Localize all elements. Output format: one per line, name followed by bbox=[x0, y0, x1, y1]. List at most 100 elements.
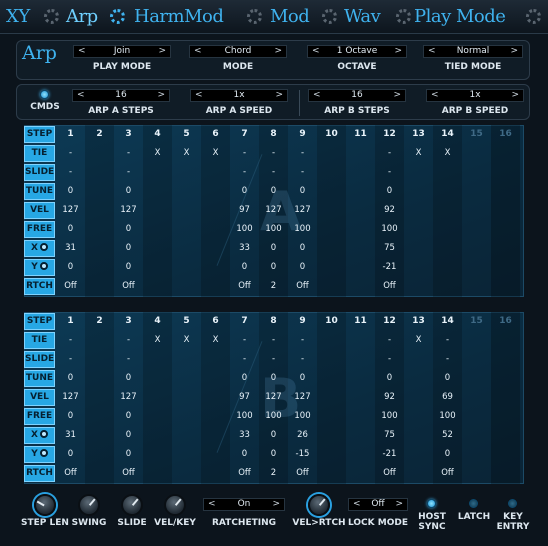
step-cell[interactable]: - bbox=[56, 331, 85, 349]
row-label-tune[interactable]: TUNE bbox=[24, 370, 55, 387]
step-cell[interactable] bbox=[143, 220, 172, 238]
step-cell[interactable] bbox=[172, 220, 201, 238]
step-cell[interactable] bbox=[85, 407, 114, 425]
chevron-left-icon[interactable]: < bbox=[194, 46, 202, 57]
row-label-vel[interactable]: VEL bbox=[24, 202, 55, 219]
step-cell[interactable]: 0 bbox=[56, 220, 85, 238]
step-cell[interactable]: 97 bbox=[230, 388, 259, 406]
chevron-right-icon[interactable]: > bbox=[158, 46, 166, 57]
step-cell[interactable] bbox=[346, 163, 375, 181]
swing-knob[interactable] bbox=[78, 494, 100, 516]
step-cell[interactable] bbox=[462, 144, 491, 162]
step-cell[interactable] bbox=[491, 163, 520, 181]
step-cell[interactable]: 100 bbox=[433, 407, 462, 425]
step-cell[interactable]: 0 bbox=[433, 445, 462, 463]
step-cell[interactable] bbox=[143, 464, 172, 482]
step-cell[interactable]: - bbox=[259, 350, 288, 368]
gear-icon[interactable] bbox=[247, 9, 262, 24]
step-cell[interactable] bbox=[462, 220, 491, 238]
step-cell[interactable]: Off bbox=[288, 277, 317, 295]
step-cell[interactable]: 0 bbox=[288, 239, 317, 257]
ratcheting-select[interactable]: < On > bbox=[203, 498, 285, 511]
step-cell[interactable] bbox=[85, 144, 114, 162]
step-cell[interactable] bbox=[143, 201, 172, 219]
step-cell[interactable]: 0 bbox=[114, 182, 143, 200]
step-cell[interactable]: 92 bbox=[375, 201, 404, 219]
step-cell[interactable] bbox=[404, 464, 433, 482]
row-label-tune[interactable]: TUNE bbox=[24, 183, 55, 200]
mode-select[interactable]: < Chord > bbox=[189, 45, 287, 58]
step-cell[interactable]: Off bbox=[433, 464, 462, 482]
chevron-right-icon[interactable]: > bbox=[272, 499, 280, 510]
step-cell[interactable] bbox=[85, 331, 114, 349]
slide-knob[interactable] bbox=[121, 494, 143, 516]
step-cell[interactable] bbox=[172, 239, 201, 257]
step-cell[interactable] bbox=[143, 445, 172, 463]
step-cell[interactable] bbox=[85, 350, 114, 368]
chevron-left-icon[interactable]: < bbox=[77, 90, 85, 101]
step-cell[interactable] bbox=[317, 163, 346, 181]
step-cell[interactable]: 26 bbox=[288, 426, 317, 444]
step-cell[interactable]: 0 bbox=[288, 182, 317, 200]
step-cell[interactable] bbox=[462, 445, 491, 463]
step-cell[interactable] bbox=[201, 464, 230, 482]
step-cell[interactable] bbox=[201, 369, 230, 387]
row-label-step[interactable]: STEP bbox=[24, 313, 55, 330]
lock-mode-select[interactable]: < Off > bbox=[348, 498, 408, 511]
chevron-left-icon[interactable]: < bbox=[428, 46, 436, 57]
step-cell[interactable] bbox=[462, 163, 491, 181]
step-cell[interactable]: - bbox=[288, 163, 317, 181]
step-cell[interactable] bbox=[491, 388, 520, 406]
step-cell[interactable] bbox=[491, 239, 520, 257]
step-cell[interactable]: 0 bbox=[114, 258, 143, 276]
step-cell[interactable]: Off bbox=[56, 277, 85, 295]
step-cell[interactable]: - bbox=[114, 144, 143, 162]
step-cell[interactable]: - bbox=[114, 350, 143, 368]
step-cell[interactable]: 0 bbox=[230, 182, 259, 200]
step-cell[interactable]: 100 bbox=[288, 220, 317, 238]
arp-b-speed-select[interactable]: <1x > bbox=[426, 89, 524, 102]
chevron-right-icon[interactable]: > bbox=[395, 499, 403, 510]
arp-a-steps-select[interactable]: <16 > bbox=[72, 89, 170, 102]
octave-select[interactable]: <1 Octave > bbox=[307, 45, 407, 58]
step-cell[interactable]: 100 bbox=[375, 407, 404, 425]
step-cell[interactable]: 0 bbox=[230, 258, 259, 276]
step-cell[interactable] bbox=[317, 201, 346, 219]
gear-icon[interactable] bbox=[322, 9, 337, 24]
step-cell[interactable]: Off bbox=[230, 464, 259, 482]
step-cell[interactable] bbox=[404, 426, 433, 444]
step-cell[interactable] bbox=[317, 277, 346, 295]
vel-rtch-knob[interactable] bbox=[308, 494, 330, 516]
step-cell[interactable] bbox=[143, 163, 172, 181]
step-cell[interactable] bbox=[491, 350, 520, 368]
gear-icon[interactable] bbox=[110, 9, 125, 24]
step-cell[interactable]: - bbox=[56, 144, 85, 162]
step-cell[interactable] bbox=[491, 445, 520, 463]
step-cell[interactable]: 100 bbox=[259, 220, 288, 238]
step-cell[interactable]: 92 bbox=[375, 388, 404, 406]
step-cell[interactable] bbox=[143, 426, 172, 444]
row-label-tie[interactable]: TIE bbox=[24, 332, 55, 349]
chevron-right-icon[interactable]: > bbox=[394, 46, 402, 57]
step-cell[interactable]: 127 bbox=[288, 388, 317, 406]
step-cell[interactable]: 0 bbox=[375, 369, 404, 387]
row-label-y[interactable]: Y bbox=[24, 446, 55, 463]
step-cell[interactable]: 33 bbox=[230, 239, 259, 257]
chevron-left-icon[interactable]: < bbox=[78, 46, 86, 57]
step-cell[interactable] bbox=[172, 350, 201, 368]
step-cell[interactable]: 69 bbox=[433, 388, 462, 406]
step-cell[interactable] bbox=[317, 464, 346, 482]
step-cell[interactable]: 127 bbox=[114, 388, 143, 406]
step-cell[interactable] bbox=[491, 407, 520, 425]
step-cell[interactable] bbox=[462, 464, 491, 482]
step-cell[interactable] bbox=[491, 426, 520, 444]
step-cell[interactable] bbox=[346, 182, 375, 200]
step-cell[interactable]: 0 bbox=[56, 445, 85, 463]
row-label-rtch[interactable]: RTCH bbox=[24, 465, 55, 482]
row-label-free[interactable]: FREE bbox=[24, 221, 55, 238]
step-cell[interactable]: X bbox=[433, 144, 462, 162]
step-cell[interactable]: - bbox=[114, 163, 143, 181]
step-cell[interactable] bbox=[172, 407, 201, 425]
step-cell[interactable] bbox=[317, 369, 346, 387]
step-cell[interactable] bbox=[172, 445, 201, 463]
